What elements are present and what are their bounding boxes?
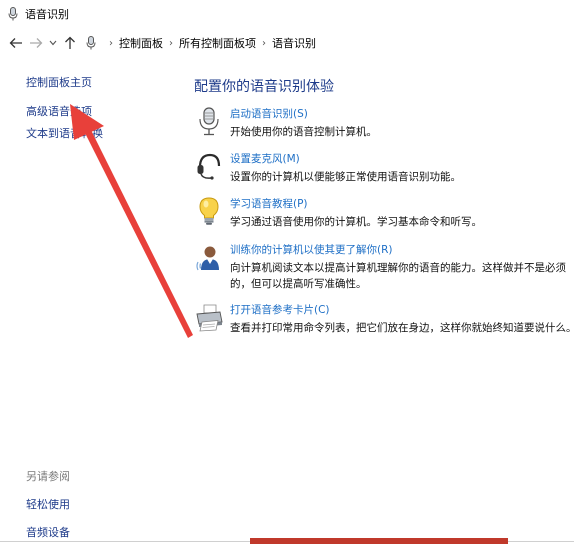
address-bar: › 控制面板 › 所有控制面板项 › 语音识别 [0, 28, 574, 58]
chevron-right-icon: › [109, 37, 113, 49]
speech-reference-card-link[interactable]: 打开语音参考卡片(C) [230, 302, 572, 317]
breadcrumb-all-items[interactable]: 所有控制面板项 [179, 35, 256, 51]
lightbulb-icon [194, 196, 224, 226]
task-description: 开始使用你的语音控制计算机。 [230, 126, 377, 138]
printer-icon [194, 302, 224, 332]
up-button[interactable] [61, 33, 79, 53]
chevron-right-icon: › [262, 37, 266, 49]
forward-button[interactable] [27, 33, 45, 53]
breadcrumb-speech-recognition[interactable]: 语音识别 [272, 35, 316, 51]
train-computer-link[interactable]: 训练你的计算机以使其更了解你(R) [230, 242, 572, 257]
see-also-link-audio-devices[interactable]: 音频设备 [26, 524, 70, 540]
task-description: 学习通过语音使用你的计算机。学习基本命令和听写。 [230, 216, 482, 228]
setup-microphone-link[interactable]: 设置麦克风(M) [230, 151, 572, 166]
forward-arrow-icon [30, 38, 43, 48]
page-title: 配置你的语音识别体验 [194, 79, 334, 95]
task-description: 查看并打印常用命令列表，把它们放在身边，这样你就始终知道要说什么。 [230, 322, 572, 334]
taskbar-strip [250, 538, 508, 544]
headset-icon [194, 151, 224, 181]
sidebar: 控制面板主页 高级语音选项 文本到语音转换 [26, 74, 176, 154]
task-description: 设置你的计算机以便能够正常使用语音识别功能。 [230, 171, 461, 183]
sidebar-link-text-to-speech[interactable]: 文本到语音转换 [26, 125, 176, 141]
speech-tutorial-link[interactable]: 学习语音教程(P) [230, 196, 572, 211]
see-also-heading: 另请参阅 [26, 470, 70, 483]
task-description: 向计算机阅读文本以提高计算机理解你的语音的能力。这样做并不是必须的，但可以提高听… [230, 262, 566, 290]
breadcrumb-control-panel[interactable]: 控制面板 [119, 35, 163, 51]
start-speech-recognition-link[interactable]: 启动语音识别(S) [230, 106, 572, 121]
title-bar: 语音识别 [0, 0, 574, 28]
user-icon [194, 242, 224, 272]
see-also-section: 另请参阅 轻松使用 音频设备 [26, 468, 70, 552]
window-title: 语音识别 [25, 8, 69, 21]
microphone-icon [194, 106, 224, 136]
up-arrow-icon [65, 36, 75, 49]
main-content: 配置你的语音识别体验 启动语音识别(S) 开始使用你的语音控制计算机。 设置麦克… [194, 76, 572, 334]
chevron-right-icon: › [169, 37, 173, 49]
chevron-down-icon [49, 40, 57, 46]
sidebar-link-advanced-speech-options[interactable]: 高级语音选项 [26, 103, 176, 119]
microphone-icon [85, 36, 97, 50]
back-button[interactable] [7, 33, 25, 53]
see-also-link-ease-of-access[interactable]: 轻松使用 [26, 496, 70, 512]
back-arrow-icon [9, 38, 22, 48]
microphone-icon [7, 7, 19, 21]
sidebar-link-control-panel-home[interactable]: 控制面板主页 [26, 74, 176, 90]
recent-locations-button[interactable] [47, 33, 59, 53]
